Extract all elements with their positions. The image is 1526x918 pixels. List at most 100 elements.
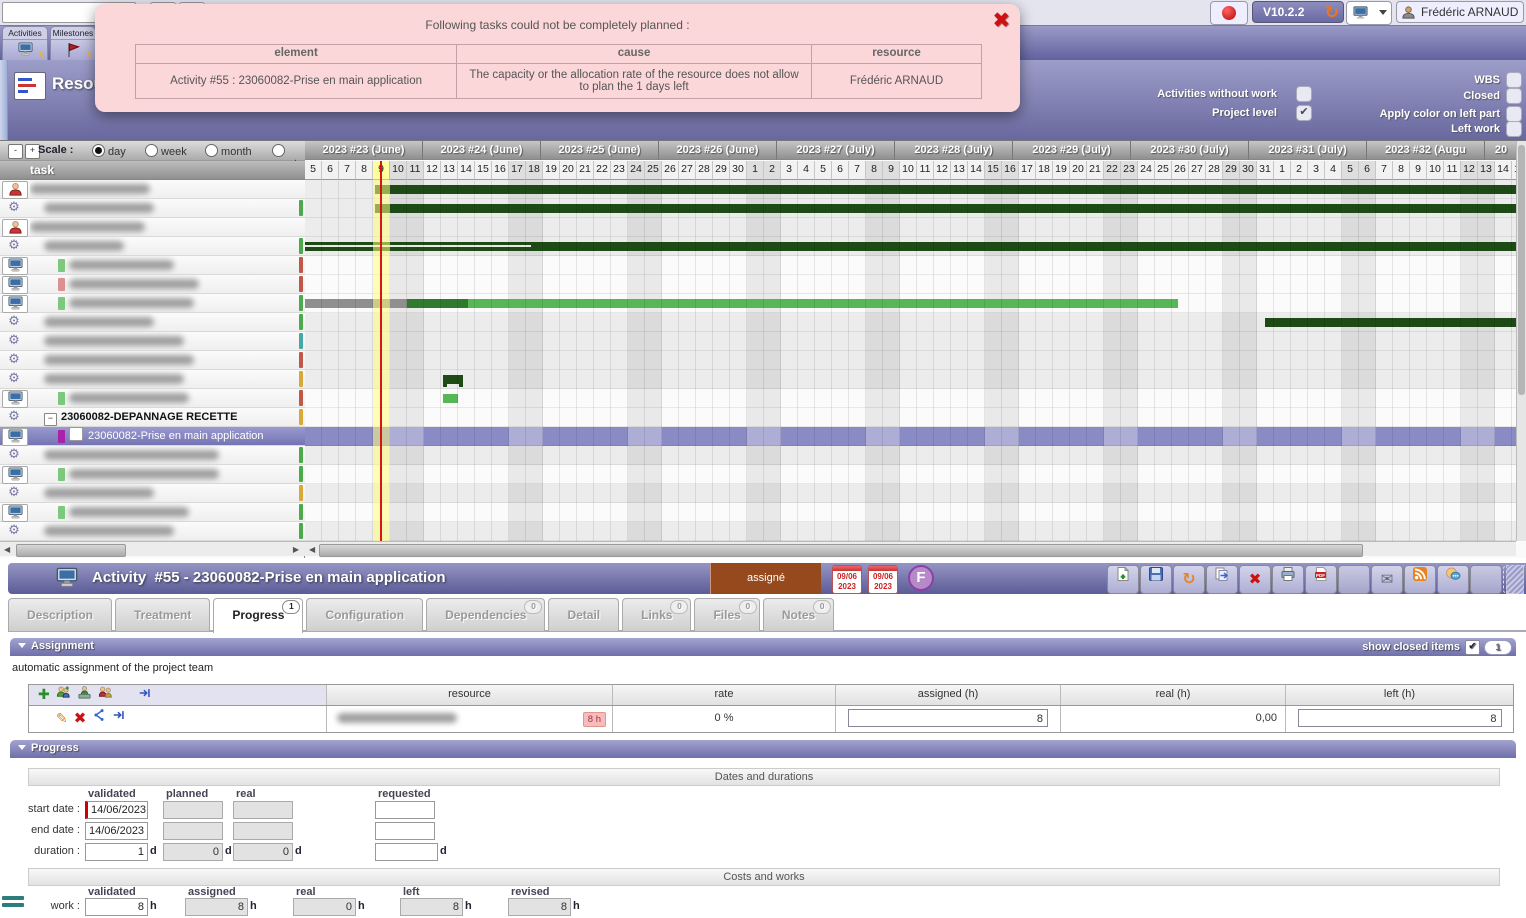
closed-checkbox[interactable] <box>1506 88 1522 104</box>
gantt-row[interactable] <box>305 180 1516 199</box>
gantt-vscrollbar[interactable] <box>1516 141 1526 541</box>
scrollbar-thumb[interactable] <box>1518 145 1525 395</box>
tab-configuration[interactable]: Configuration <box>306 598 423 631</box>
radio-icon[interactable] <box>145 144 158 157</box>
radio-icon[interactable] <box>92 144 105 157</box>
gantt-row[interactable] <box>305 275 1516 294</box>
tab-progress[interactable]: Progress1 <box>213 598 303 633</box>
task-row[interactable] <box>0 218 305 237</box>
gantt-row[interactable] <box>305 484 1516 503</box>
tab-dependencies[interactable]: Dependencies0 <box>426 598 545 631</box>
left-work-checkbox[interactable] <box>1506 121 1522 137</box>
edit-icon[interactable]: ✎ <box>56 707 68 733</box>
display-mode-button[interactable] <box>1346 1 1392 25</box>
gantt-row[interactable] <box>305 389 1516 408</box>
gantt-bar[interactable] <box>375 204 1516 213</box>
gantt-row[interactable] <box>305 294 1516 313</box>
pdf-button[interactable]: PDF <box>1305 565 1337 594</box>
add-icon[interactable]: ✚ <box>38 686 50 706</box>
scroll-right-icon[interactable]: ▶ <box>293 545 299 554</box>
tab-links[interactable]: Links0 <box>622 598 691 631</box>
gantt-row[interactable] <box>305 237 1516 256</box>
tab-treatment[interactable]: Treatment <box>115 598 210 631</box>
activities-without-work-checkbox[interactable] <box>1296 86 1312 102</box>
left-input[interactable]: 8 <box>1298 709 1502 727</box>
task-row[interactable] <box>0 294 305 313</box>
task-row[interactable] <box>0 275 305 294</box>
assigned-input[interactable]: 8 <box>848 709 1048 727</box>
task-column-header[interactable]: task <box>0 161 305 180</box>
task-row[interactable] <box>0 256 305 275</box>
task-row[interactable]: ⚙ <box>0 351 305 370</box>
end-date-requested-input[interactable] <box>375 822 435 840</box>
gantt-grid[interactable] <box>305 180 1516 541</box>
gantt-hscrollbar[interactable]: ◀ <box>305 541 1516 556</box>
tab-files[interactable]: Files0 <box>694 598 759 631</box>
gantt-row[interactable] <box>305 199 1516 218</box>
gantt-bar[interactable] <box>468 299 1178 308</box>
scroll-left-icon[interactable]: ◀ <box>4 545 10 554</box>
task-row[interactable]: ⚙ <box>0 484 305 503</box>
end-date-validated-input[interactable]: 14/06/2023 <box>85 822 148 840</box>
gantt-row[interactable] <box>305 313 1516 332</box>
add-group-icon[interactable] <box>98 685 113 707</box>
tab-description[interactable]: Description <box>8 598 112 631</box>
module-tab-activities[interactable]: Activities★ <box>2 26 48 60</box>
task-row[interactable]: ⚙ <box>0 370 305 389</box>
task-row[interactable] <box>0 389 305 408</box>
goto-icon[interactable] <box>112 707 126 732</box>
scroll-left-icon[interactable]: ◀ <box>309 545 315 554</box>
resource-avatar[interactable]: F <box>908 565 934 591</box>
gantt-row[interactable] <box>305 218 1516 237</box>
gantt-row[interactable] <box>305 408 1516 427</box>
drag-handle-icon[interactable] <box>2 896 24 910</box>
scale-day[interactable]: day <box>92 144 126 158</box>
rss-button[interactable] <box>1404 565 1436 594</box>
delete-icon[interactable]: ✖ <box>74 706 87 733</box>
chat-button[interactable] <box>1437 565 1469 594</box>
start-date-validated-input[interactable]: 14/06/2023 <box>85 801 148 819</box>
assignment-section-header[interactable]: Assignment show closed items ✔ 1 <box>10 638 1516 656</box>
scale-month[interactable]: month <box>205 144 252 158</box>
gantt-bar[interactable] <box>305 242 1516 251</box>
gantt-row[interactable] <box>305 522 1516 541</box>
task-row[interactable] <box>0 465 305 484</box>
show-closed-checkbox[interactable]: ✔ <box>1465 640 1480 655</box>
task-row[interactable] <box>0 503 305 522</box>
work-validated-input[interactable]: 8 <box>85 898 148 916</box>
plain-button[interactable] <box>1470 565 1502 594</box>
calendar-icon[interactable]: 09/062023 <box>832 565 862 594</box>
duration-requested-input[interactable] <box>375 843 438 861</box>
gantt-bar[interactable] <box>1265 318 1516 327</box>
gantt-row-selected[interactable] <box>305 427 1516 446</box>
scrollbar-thumb[interactable] <box>16 544 126 557</box>
module-tab-milestones[interactable]: Milestones★ <box>50 26 96 60</box>
gantt-row[interactable] <box>305 370 1516 389</box>
new-button[interactable] <box>1107 565 1139 594</box>
task-list-hscrollbar[interactable]: ◀ ▶ <box>0 541 305 556</box>
version-badge[interactable]: V10.2.2↻ <box>1252 1 1344 23</box>
share-icon[interactable] <box>92 707 106 732</box>
mail-button[interactable]: ✉ <box>1371 565 1403 594</box>
task-row[interactable] <box>0 180 305 199</box>
tab-notes[interactable]: Notes0 <box>763 598 834 631</box>
gantt-bar[interactable] <box>443 394 458 403</box>
task-row[interactable]: ⚙ <box>0 237 305 256</box>
gantt-row[interactable] <box>305 351 1516 370</box>
collapse-all-button[interactable]: - <box>8 144 23 159</box>
task-row[interactable]: ⚙ <box>0 199 305 218</box>
assignment-data-row[interactable]: ✎✖8 h0 %80,008 <box>29 706 1513 732</box>
gantt-row[interactable] <box>305 332 1516 351</box>
task-row-selected[interactable]: 23060082-Prise en main application <box>0 427 305 446</box>
apply-color-on-left-part-checkbox[interactable] <box>1506 106 1522 122</box>
delete-button[interactable]: ✖ <box>1239 565 1271 594</box>
wbs-checkbox[interactable] <box>1506 72 1522 88</box>
gantt-bar[interactable] <box>375 185 1516 194</box>
plain-button[interactable] <box>1338 565 1370 594</box>
resize-grip[interactable] <box>1506 565 1524 594</box>
duration-validated-input[interactable]: 1 <box>85 843 148 861</box>
tab-detail[interactable]: Detail <box>548 598 619 631</box>
start-date-requested-input[interactable] <box>375 801 435 819</box>
gantt-row[interactable] <box>305 446 1516 465</box>
save-button[interactable] <box>1140 565 1172 594</box>
